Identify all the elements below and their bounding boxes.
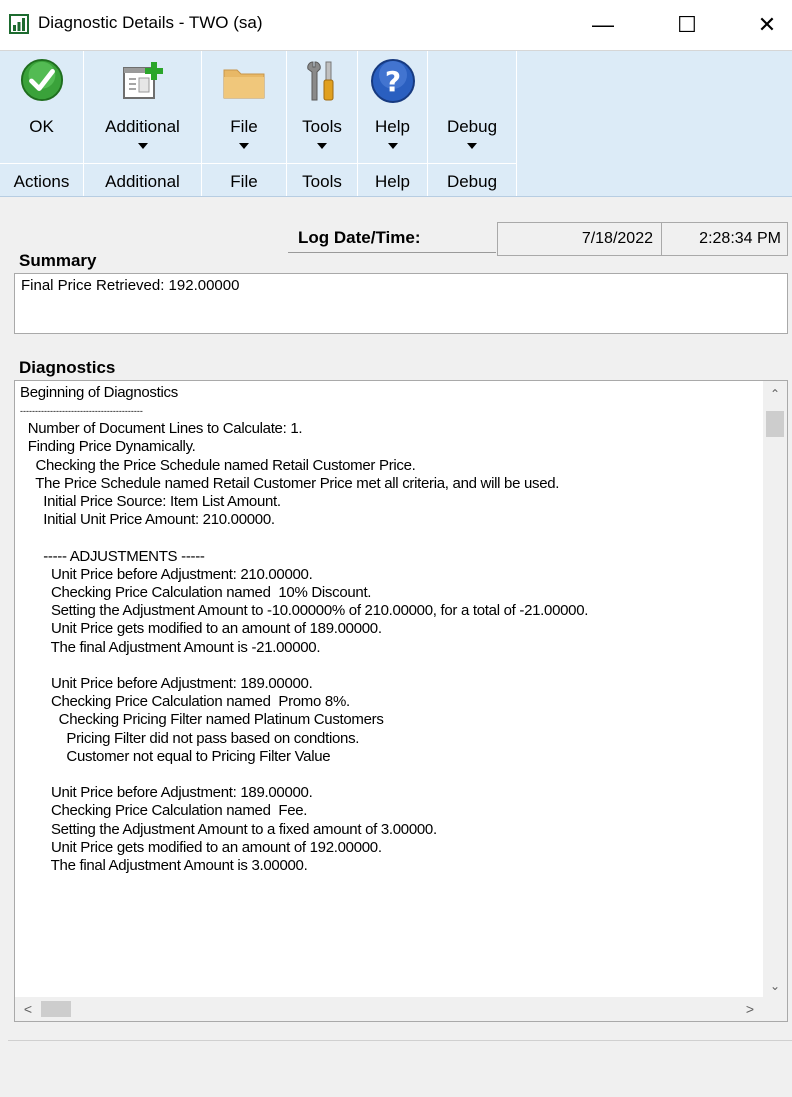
diagnostics-line: Beginning of Diagnostics [20,384,178,401]
minimize-button[interactable]: — [578,0,628,50]
diagnostics-line: Pricing Filter did not pass based on con… [20,729,360,747]
chevron-down-icon [239,143,249,149]
additional-button[interactable]: Additional [84,51,201,161]
diagnostics-line: Unit Price before Adjustment: 189.00000. [20,675,313,693]
group-label-tools: Tools [302,172,342,191]
ribbon-group-additional: Additional Additional [84,51,202,197]
horizontal-scrollbar[interactable]: < > [15,997,763,1021]
diagnostics-line: Initial Unit Price Amount: 210.00000. [20,511,275,529]
debug-button[interactable]: Debug [428,51,516,161]
diagnostics-line: Finding Price Dynamically. [20,438,196,456]
diagnostics-text: Beginning of Diagnostics ----------------… [20,384,757,875]
group-label-debug: Debug [446,172,498,191]
chevron-down-icon [467,143,477,149]
log-time-field: 2:28:34 PM [661,222,788,256]
ribbon-group-debug: Debug Debug [428,51,517,197]
diagnostics-line: Customer not equal to Pricing Filter Val… [20,747,331,765]
summary-label: Summary [19,251,97,270]
vertical-scroll-thumb[interactable] [766,411,784,437]
help-button[interactable]: Help [358,51,427,161]
file-button[interactable]: File [202,51,286,161]
scroll-left-icon[interactable]: < [17,997,39,1021]
app-chart-icon [9,14,29,34]
diagnostics-line: Checking Price Calculation named 10% Dis… [20,584,372,602]
chevron-down-icon [137,143,148,149]
diagnostics-line: Checking Price Calculation named Fee. [20,802,308,820]
scroll-corner [763,997,787,1021]
file-button-label: File [230,117,258,136]
diagnostics-line: Unit Price gets modified to an amount of… [20,838,382,856]
diagnostics-line: Unit Price before Adjustment: 189.00000. [20,784,313,802]
ok-button[interactable]: OK [0,51,83,161]
maximize-button[interactable]: ☐ [662,0,712,50]
group-label-additional: Additional [105,172,180,191]
title-bar: Diagnostic Details - TWO (sa) — ☐ ✕ [0,0,792,51]
additional-button-label: Additional [105,117,180,136]
log-date-time-underline [288,252,496,253]
diagnostics-line [20,657,757,675]
ribbon-toolbar: OK Actions Additional Additional File Fi… [0,51,792,197]
diagnostics-line: Checking the Price Schedule named Retail… [20,456,416,474]
diagnostics-line: Unit Price gets modified to an amount of… [20,620,382,638]
summary-textbox[interactable]: Final Price Retrieved: 192.00000 [14,273,788,334]
close-icon: ✕ [757,12,777,37]
scroll-up-icon[interactable]: ⌃ [763,383,787,405]
ribbon-group-help: ? Help Help [358,51,428,197]
ribbon-group-file: File File [202,51,287,197]
diagnostics-line [20,766,757,784]
ribbon-group-tools: Tools Tools [287,51,358,197]
tools-button-label: Tools [302,117,342,136]
vertical-scrollbar[interactable]: ⌃ ⌄ [763,381,787,997]
diagnostics-line: ----- ADJUSTMENTS ----- [20,547,205,565]
chevron-down-icon [387,143,398,149]
ribbon-divider [0,163,516,164]
diagnostics-textbox[interactable]: Beginning of Diagnostics ----------------… [14,380,788,1022]
diagnostics-line: Unit Price before Adjustment: 210.00000. [20,565,313,583]
maximize-icon: ☐ [677,12,697,37]
diagnostics-line: The Price Schedule named Retail Customer… [20,474,560,492]
diagnostics-label: Diagnostics [19,358,116,377]
debug-button-label: Debug [446,117,498,136]
help-button-label: Help [375,117,410,136]
scroll-down-icon[interactable]: ⌄ [763,975,787,997]
diagnostics-line: Checking Price Calculation named Promo 8… [20,693,350,711]
window-title: Diagnostic Details - TWO (sa) [38,13,263,32]
horizontal-scroll-thumb[interactable] [41,1001,71,1017]
tools-button[interactable]: Tools [287,51,357,161]
status-bar-divider [8,1040,792,1041]
diagnostics-line: The final Adjustment Amount is -21.00000… [20,638,321,656]
ok-button-label: OK [29,117,54,136]
minimize-icon: — [592,12,614,37]
scroll-right-icon[interactable]: > [739,997,761,1021]
diagnostics-line: ----------------------------------------… [20,406,143,417]
close-button[interactable]: ✕ [742,0,792,50]
log-date-field: 7/18/2022 [497,222,662,256]
diagnostics-line: The final Adjustment Amount is 3.00000. [20,857,308,875]
log-date-time-label: Log Date/Time: [298,228,421,247]
group-label-help: Help [375,172,410,191]
diagnostics-line: Setting the Adjustment Amount to -10.000… [20,602,589,620]
diagnostics-line: Initial Price Source: Item List Amount. [20,493,281,511]
group-label-actions: Actions [13,172,70,191]
diagnostics-line [20,529,757,547]
diagnostics-line: Setting the Adjustment Amount to a fixed… [20,820,437,838]
ribbon-border [0,196,792,197]
diagnostics-line: Checking Pricing Filter named Platinum C… [20,711,384,729]
ribbon-group-actions: OK Actions [0,51,84,197]
diagnostics-line: Number of Document Lines to Calculate: 1… [20,420,303,438]
chevron-down-icon [317,143,327,149]
group-label-file: File [230,172,258,191]
